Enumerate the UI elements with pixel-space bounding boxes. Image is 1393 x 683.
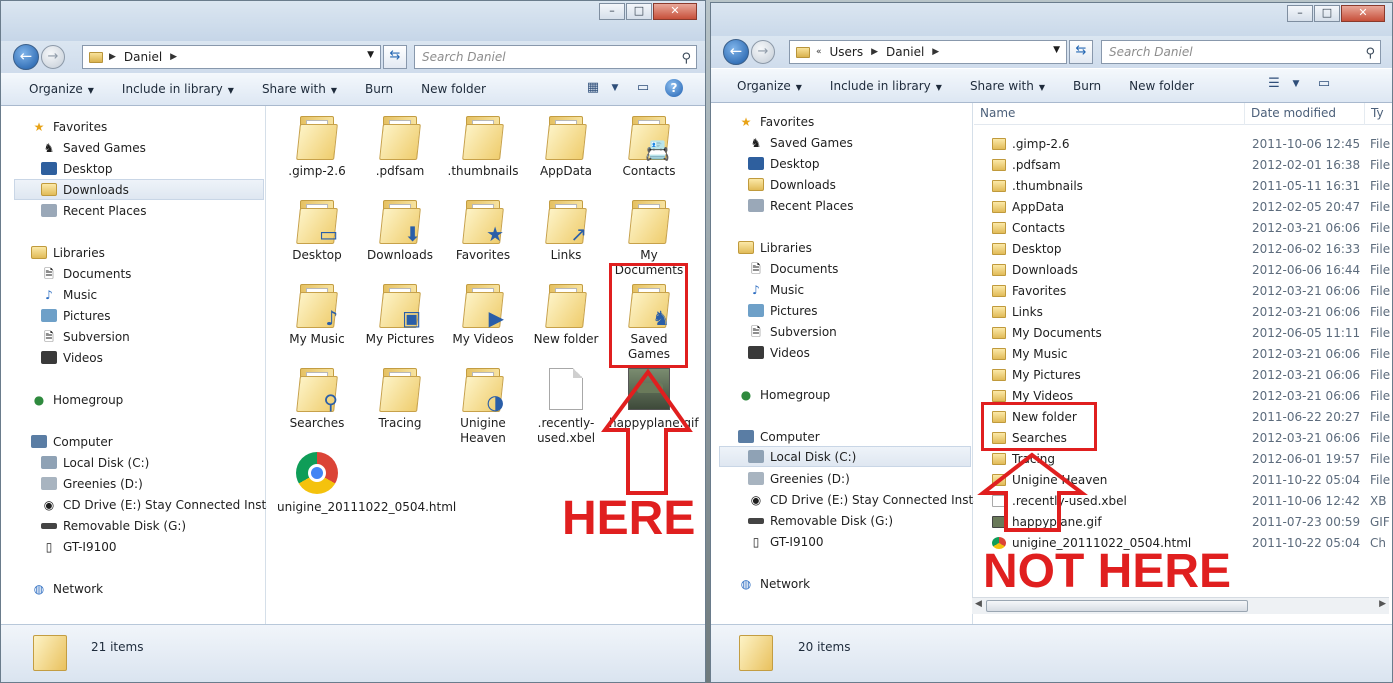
arrow-up-left xyxy=(601,368,693,495)
annotation-not-here: NOT HERE xyxy=(983,545,1232,598)
annotation-here: HERE xyxy=(562,492,696,545)
arrow-up-right xyxy=(977,452,1088,532)
highlight-box-searches xyxy=(981,402,1097,451)
